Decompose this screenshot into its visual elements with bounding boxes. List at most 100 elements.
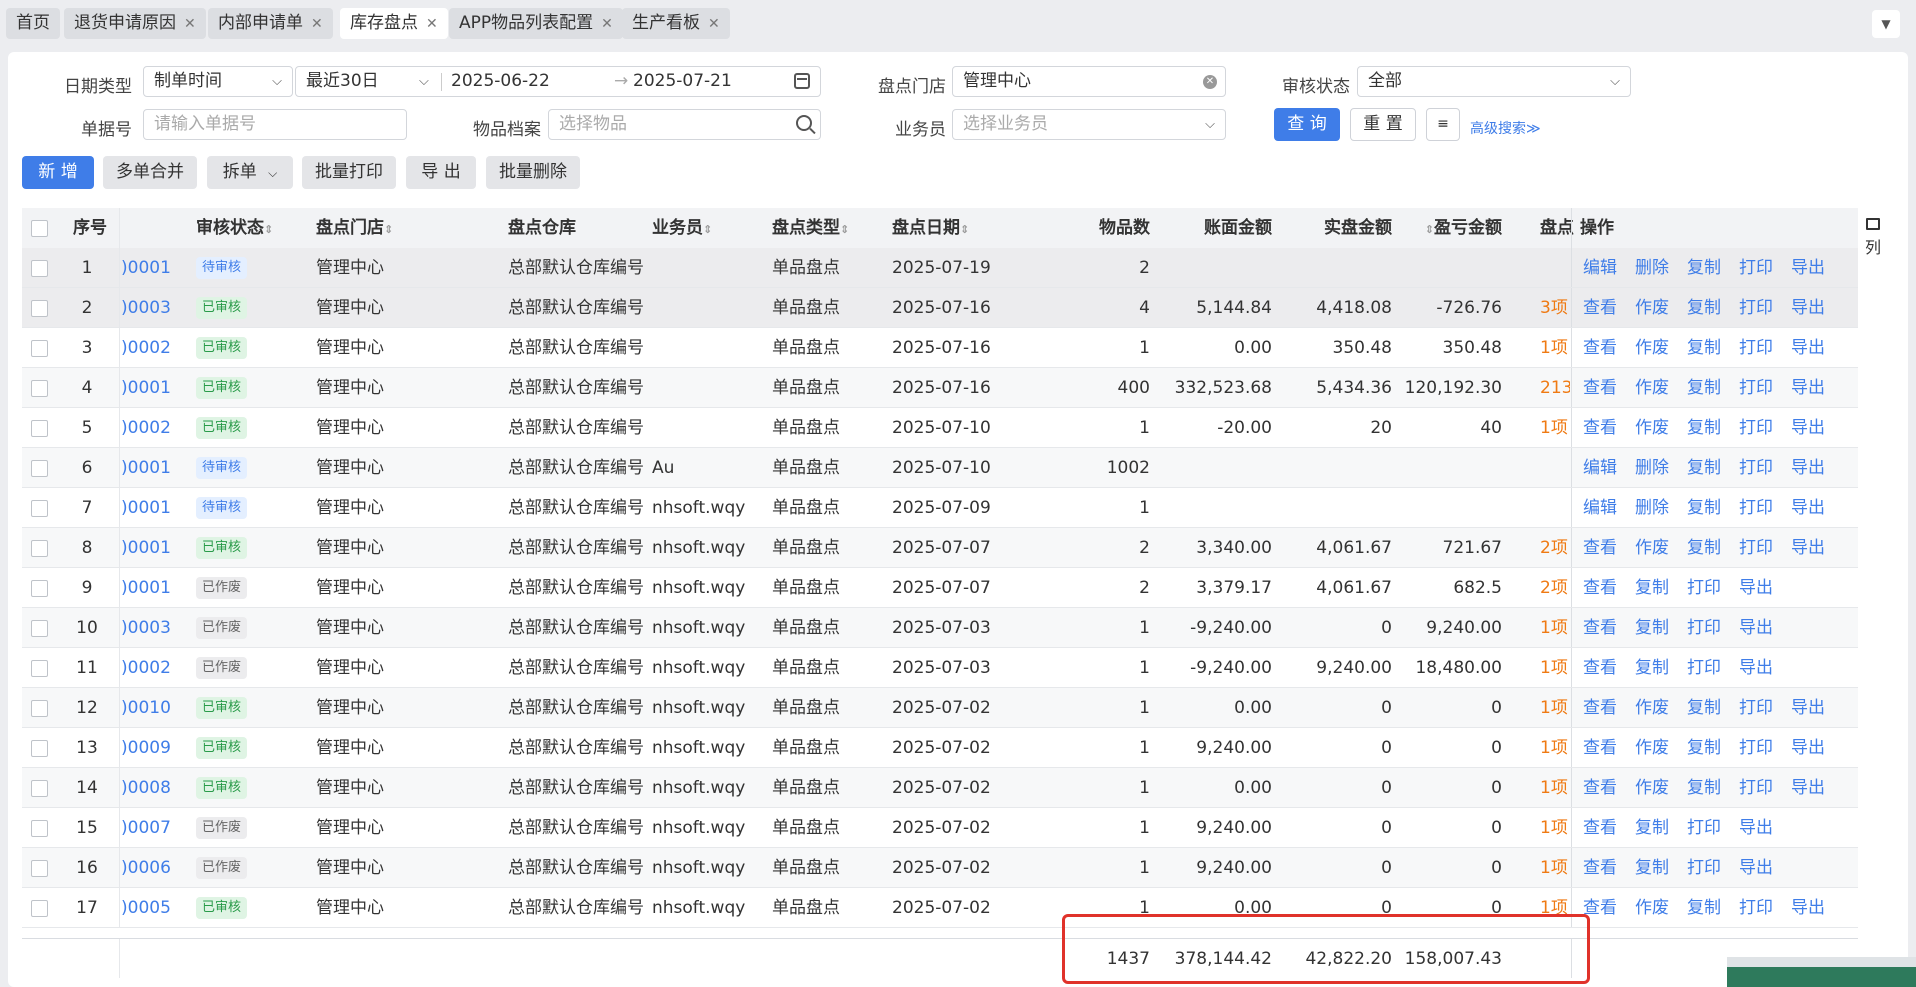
row-action-3[interactable]: 打印 [1739, 488, 1773, 528]
row-action-4[interactable]: 导出 [1791, 888, 1825, 928]
row-diff-note[interactable]: 1项 [1540, 608, 1570, 648]
row-action-0[interactable]: 查看 [1583, 528, 1617, 568]
row-action-0[interactable]: 查看 [1583, 648, 1617, 688]
row-checkbox[interactable] [31, 780, 48, 797]
store-select[interactable]: 管理中心 ✕ [952, 66, 1226, 97]
row-action-3[interactable]: 打印 [1739, 768, 1773, 808]
row-diff-note[interactable]: 3项 [1540, 288, 1570, 328]
row-action-1[interactable]: 作废 [1635, 328, 1669, 368]
row-doc-no[interactable]: )0001 [121, 448, 177, 488]
horizontal-scrollbar[interactable] [1727, 957, 1916, 987]
row-diff-note[interactable]: 1项 [1540, 408, 1570, 448]
row-doc-no[interactable]: )0008 [121, 768, 177, 808]
tab-2[interactable]: 内部申请单 ✕ [208, 8, 333, 39]
row-action-1[interactable]: 作废 [1635, 888, 1669, 928]
row-action-1[interactable]: 复制 [1635, 648, 1669, 688]
audit-status-select[interactable]: 全部 ⌵ [1357, 66, 1631, 97]
row-doc-no[interactable]: )0003 [121, 288, 177, 328]
table-row[interactable]: 10)0003 已作废 管理中心 总部默认仓库编号 nhsoft.wqy 单品盘点 2025… [22, 608, 1858, 648]
row-action-0[interactable]: 编辑 [1583, 448, 1617, 488]
row-action-4[interactable]: 导出 [1791, 368, 1825, 408]
batch-delete-button[interactable]: 批量删除 [486, 156, 580, 189]
row-action-2[interactable]: 打印 [1687, 568, 1721, 608]
row-checkbox[interactable] [31, 900, 48, 917]
row-action-3[interactable]: 打印 [1739, 248, 1773, 288]
table-row[interactable]: 7)0001 待审核 管理中心 总部默认仓库编号 nhsoft.wqy 单品盘点 2025-… [22, 488, 1858, 528]
row-checkbox[interactable] [31, 820, 48, 837]
row-diff-note[interactable] [1540, 488, 1570, 528]
row-action-1[interactable]: 复制 [1635, 848, 1669, 888]
table-row[interactable]: 11)0002 已作废 管理中心 总部默认仓库编号 nhsoft.wqy 单品盘点 2025… [22, 648, 1858, 688]
row-checkbox[interactable] [31, 340, 48, 357]
col-diff-amount[interactable]: ⇕盈亏金额 [1402, 208, 1502, 248]
row-checkbox[interactable] [31, 380, 48, 397]
row-action-0[interactable]: 查看 [1583, 288, 1617, 328]
row-action-0[interactable]: 查看 [1583, 328, 1617, 368]
row-doc-no[interactable]: )0005 [121, 888, 177, 928]
row-action-0[interactable]: 查看 [1583, 368, 1617, 408]
table-row[interactable]: 14)0008 已审核 管理中心 总部默认仓库编号 nhsoft.wqy 单品盘点 2025… [22, 768, 1858, 808]
row-action-0[interactable]: 查看 [1583, 728, 1617, 768]
row-diff-note[interactable]: 2项 [1540, 568, 1570, 608]
chevron-down-icon[interactable]: ▼ [1872, 10, 1900, 38]
tab-0[interactable]: 首页 [6, 8, 60, 39]
table-row[interactable]: 12)0010 已审核 管理中心 总部默认仓库编号 nhsoft.wqy 单品盘点 2025… [22, 688, 1858, 728]
row-action-1[interactable]: 复制 [1635, 568, 1669, 608]
row-action-0[interactable]: 查看 [1583, 408, 1617, 448]
clear-icon[interactable]: ✕ [1203, 75, 1217, 89]
row-action-3[interactable]: 导出 [1739, 848, 1773, 888]
row-action-0[interactable]: 编辑 [1583, 488, 1617, 528]
row-doc-no[interactable]: )0006 [121, 848, 177, 888]
doc-no-input[interactable]: 请输入单据号 [143, 109, 407, 140]
row-action-2[interactable]: 复制 [1687, 408, 1721, 448]
row-checkbox[interactable] [31, 620, 48, 637]
row-diff-note[interactable]: 1项 [1540, 768, 1570, 808]
row-diff-note[interactable]: 1项 [1540, 648, 1570, 688]
row-action-3[interactable]: 导出 [1739, 648, 1773, 688]
row-action-4[interactable]: 导出 [1791, 728, 1825, 768]
row-action-2[interactable]: 复制 [1687, 248, 1721, 288]
date-start[interactable]: 2025-06-22 [451, 67, 550, 96]
row-action-2[interactable]: 打印 [1687, 608, 1721, 648]
row-action-0[interactable]: 查看 [1583, 688, 1617, 728]
row-action-3[interactable]: 打印 [1739, 368, 1773, 408]
row-diff-note[interactable]: 1项 [1540, 728, 1570, 768]
row-doc-no[interactable]: )0003 [121, 608, 177, 648]
date-end[interactable]: 2025-07-21 [633, 67, 732, 96]
table-row[interactable]: 4)0001 已审核 管理中心 总部默认仓库编号 单品盘点 2025-07-16 400 33… [22, 368, 1858, 408]
row-doc-no[interactable]: )0010 [121, 688, 177, 728]
row-action-1[interactable]: 复制 [1635, 808, 1669, 848]
row-action-1[interactable]: 作废 [1635, 408, 1669, 448]
row-checkbox[interactable] [31, 580, 48, 597]
row-action-4[interactable]: 导出 [1791, 488, 1825, 528]
table-row[interactable]: 6)0001 待审核 管理中心 总部默认仓库编号 Au 单品盘点 2025-07-10 100… [22, 448, 1858, 488]
row-action-2[interactable]: 复制 [1687, 688, 1721, 728]
row-action-2[interactable]: 打印 [1687, 648, 1721, 688]
col-date[interactable]: 盘点日期⇕ [892, 208, 969, 248]
row-checkbox[interactable] [31, 460, 48, 477]
table-row[interactable]: 1)0001 待审核 管理中心 总部默认仓库编号 单品盘点 2025-07-19 2 编辑 删除… [22, 248, 1858, 288]
row-action-2[interactable]: 复制 [1687, 888, 1721, 928]
row-doc-no[interactable]: )0002 [121, 648, 177, 688]
tab-4[interactable]: APP物品列表配置 ✕ [449, 8, 623, 39]
row-diff-note[interactable]: 1项 [1540, 848, 1570, 888]
row-action-1[interactable]: 作废 [1635, 528, 1669, 568]
row-action-0[interactable]: 查看 [1583, 808, 1617, 848]
close-icon[interactable]: ✕ [311, 9, 323, 40]
row-action-1[interactable]: 删除 [1635, 488, 1669, 528]
row-action-1[interactable]: 作废 [1635, 288, 1669, 328]
row-action-2[interactable]: 复制 [1687, 448, 1721, 488]
table-row[interactable]: 15)0007 已作废 管理中心 总部默认仓库编号 nhsoft.wqy 单品盘点 2025… [22, 808, 1858, 848]
add-button[interactable]: 新 增 [22, 156, 94, 189]
close-icon[interactable]: ✕ [184, 9, 196, 40]
row-action-3[interactable]: 导出 [1739, 608, 1773, 648]
table-row[interactable]: 8)0001 已审核 管理中心 总部默认仓库编号 nhsoft.wqy 单品盘点 2025-… [22, 528, 1858, 568]
row-action-2[interactable]: 打印 [1687, 808, 1721, 848]
split-button[interactable]: 拆单 ⌵ [207, 156, 293, 189]
row-action-2[interactable]: 复制 [1687, 288, 1721, 328]
row-action-4[interactable]: 导出 [1791, 248, 1825, 288]
row-action-0[interactable]: 查看 [1583, 768, 1617, 808]
close-icon[interactable]: ✕ [426, 9, 438, 40]
filter-settings-icon[interactable]: ≡ [1426, 108, 1460, 141]
row-action-1[interactable]: 删除 [1635, 248, 1669, 288]
